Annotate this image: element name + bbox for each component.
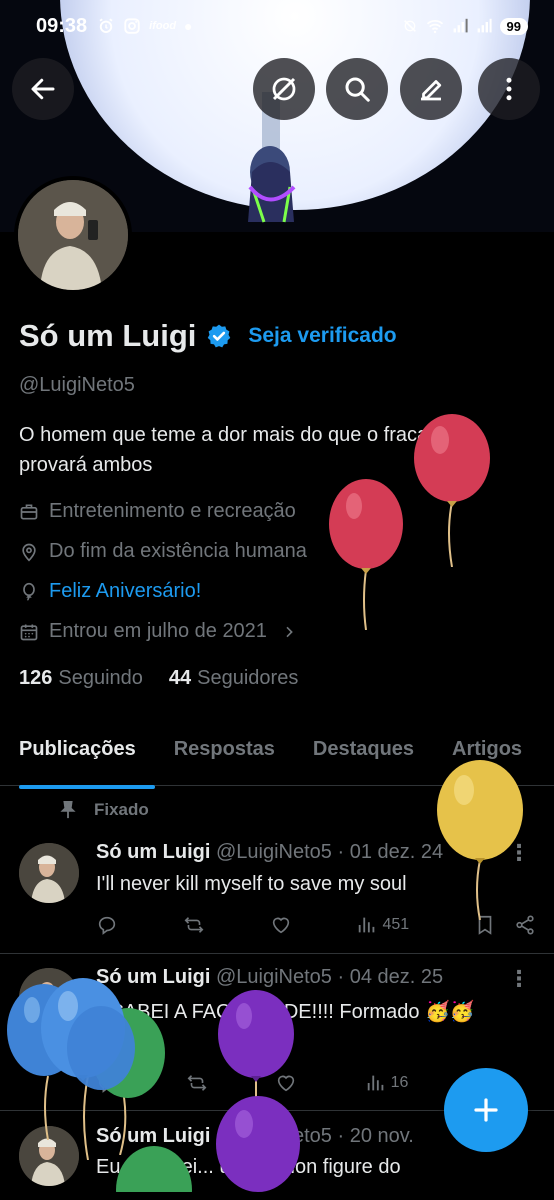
profile-name-row: Só um Luigi Seja verificado [19, 318, 397, 354]
edit-icon [421, 80, 442, 101]
followers-count: 44 [168, 667, 192, 689]
following-label: Seguindo [58, 667, 143, 689]
views-chart-icon [359, 917, 375, 933]
views-count: 451 [382, 916, 410, 933]
back-button[interactable] [12, 58, 74, 120]
balloon-icon [23, 582, 35, 601]
blue-balloon-icon [67, 1006, 135, 1090]
more-vertical-icon [506, 77, 512, 101]
heart-icon [272, 917, 289, 934]
alarm-icon [99, 18, 113, 33]
tweet-meta: @LuigiNeto5 · 01 dez. 24 [216, 841, 444, 863]
status-left-icons: ifood ● [97, 17, 193, 35]
red-balloon-icon [414, 414, 490, 567]
profile-joined[interactable]: Entrou em julho de 2021 [19, 620, 297, 643]
grok-icon [272, 77, 296, 101]
tweet-meta: @LuigiNeto5 · 04 dez. 25 [216, 966, 444, 988]
instagram-icon [124, 18, 140, 34]
follow-stats: 126 Seguindo 44 Seguidores [19, 667, 298, 690]
briefcase-icon [20, 504, 38, 519]
tweet-more-icon[interactable]: ⋮ [508, 966, 530, 992]
search-button[interactable] [326, 58, 388, 120]
plus-icon [474, 1098, 498, 1122]
location-label: Do fim da existência humana [49, 540, 307, 562]
tweet-header: Só um Luigi @LuigiNeto5 · 04 dez. 25 [96, 966, 443, 989]
repost-icon [187, 1075, 206, 1091]
verified-badge-icon [208, 324, 231, 348]
wifi-icon [426, 19, 443, 34]
grok-button[interactable] [253, 58, 315, 120]
edit-button[interactable] [400, 58, 462, 120]
profile-location: Do fim da existência humana [19, 540, 307, 563]
following-link[interactable]: 126 Seguindo [19, 667, 143, 690]
signal-2-icon [477, 18, 492, 33]
compose-fab-button[interactable] [444, 1068, 528, 1152]
notification-dot-icon: ● [184, 18, 193, 34]
profile-handle: @LuigiNeto5 [19, 374, 135, 396]
tweet-text: I'll never kill myself to save my soul [96, 873, 407, 895]
alarm-off-icon [403, 20, 416, 32]
pin-icon [60, 801, 76, 819]
status-time: 09:38 [36, 14, 88, 37]
repost-button[interactable] [186, 1072, 208, 1094]
profile-avatar[interactable] [14, 176, 132, 294]
birthday-label: Feliz Aniversário! [49, 580, 202, 602]
tweet-avatar[interactable] [19, 843, 79, 903]
pinned-indicator: Fixado [60, 800, 149, 820]
repost-icon [184, 917, 204, 933]
followers-label: Seguidores [197, 667, 299, 689]
views-chart-icon [367, 1075, 383, 1091]
category-label: Entretenimento e recreação [49, 500, 296, 522]
yellow-balloon-icon [437, 760, 523, 920]
tweet-author: Só um Luigi [96, 841, 211, 863]
pinned-label: Fixado [94, 800, 149, 819]
calendar-icon [20, 624, 38, 640]
status-right-icons: 99 [402, 17, 528, 35]
tweet-header: Só um Luigi @LuigiNeto5 · 01 dez. 24 [96, 841, 443, 864]
followers-link[interactable]: 44 Seguidores [169, 667, 298, 690]
chevron-right-icon [286, 626, 293, 637]
purple-balloon-icon [216, 1096, 300, 1192]
more-button[interactable] [478, 58, 540, 120]
joined-label: Entrou em julho de 2021 [49, 620, 267, 642]
location-pin-icon [22, 543, 36, 562]
views-button[interactable]: 451 [356, 914, 409, 936]
profile-category: Entretenimento e recreação [19, 500, 296, 523]
tab-destaques[interactable]: Destaques [294, 730, 433, 785]
avatar-photo [18, 180, 128, 290]
views-count: 16 [390, 1074, 409, 1091]
battery-indicator: 99 [499, 17, 528, 35]
tab-respostas[interactable]: Respostas [155, 730, 294, 785]
arrow-left-icon [31, 78, 55, 100]
views-button[interactable]: 16 [365, 1072, 409, 1094]
get-verified-link[interactable]: Seja verificado [248, 324, 396, 348]
following-count: 126 [19, 667, 53, 689]
red-balloon-icon [329, 479, 403, 630]
tab-publicacoes[interactable]: Publicações [0, 730, 155, 789]
tweet-divider [0, 953, 554, 954]
like-button[interactable] [270, 914, 292, 936]
profile-name: Só um Luigi [19, 318, 197, 353]
search-icon [345, 77, 370, 102]
signal-icon [453, 18, 468, 33]
ifood-icon: ifood [149, 20, 177, 32]
reply-button[interactable] [96, 914, 118, 936]
purple-balloon-icon [218, 990, 294, 1098]
profile-birthday[interactable]: Feliz Aniversário! [19, 580, 201, 603]
reply-icon [98, 916, 116, 935]
repost-button[interactable] [183, 914, 205, 936]
gesture-bar [0, 1192, 554, 1200]
status-bar: 09:38 ifood ● 99 [0, 0, 554, 52]
